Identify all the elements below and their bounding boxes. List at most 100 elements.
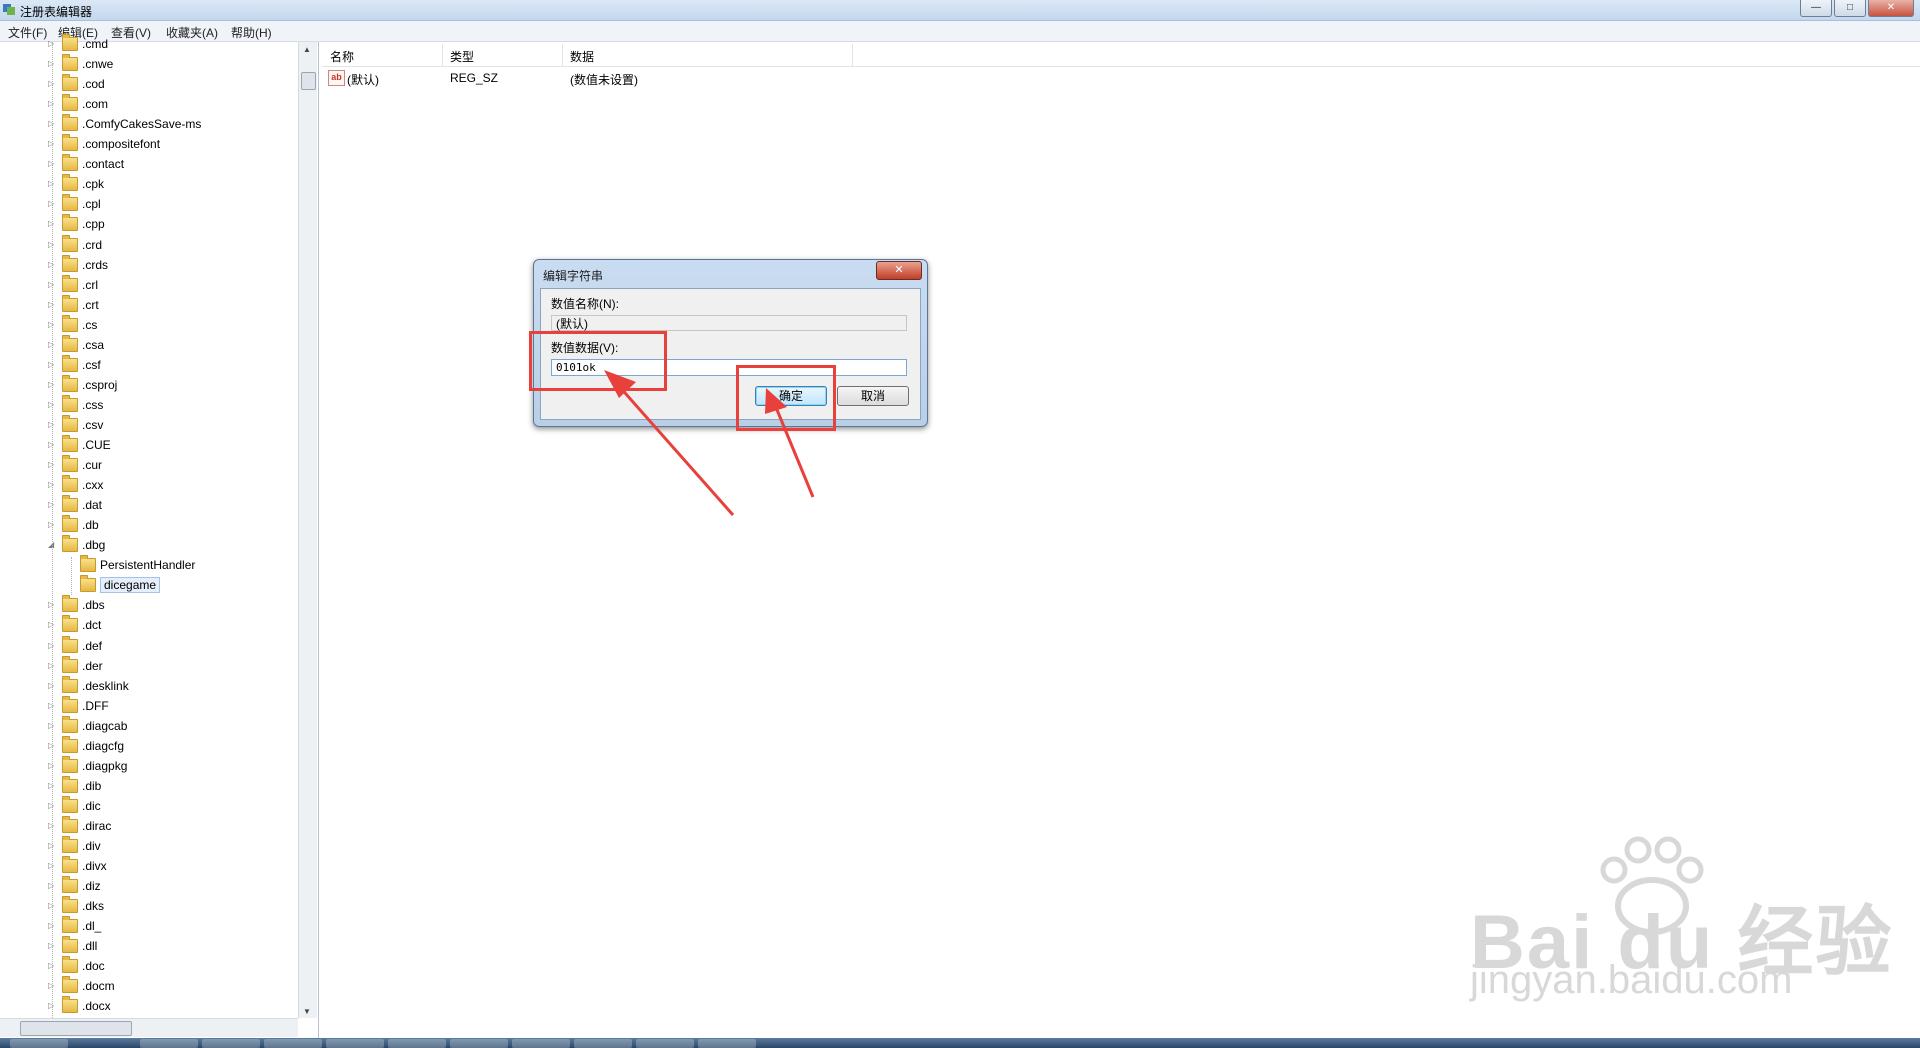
tree-item-label: .dl_	[82, 919, 102, 934]
cancel-button[interactable]: 取消	[837, 386, 909, 406]
folder-icon	[62, 114, 78, 132]
menu-help[interactable]: 帮助(H)	[231, 24, 272, 41]
maximize-button[interactable]: □	[1834, 0, 1866, 17]
tree-item[interactable]: ▷ .desklink	[48, 675, 129, 696]
tree-item[interactable]: ▷ .def	[48, 635, 102, 656]
tree-item[interactable]: ▷ .cpl	[48, 194, 101, 214]
tree-item[interactable]: ▷ .docx	[48, 996, 111, 1016]
taskbar-item[interactable]	[450, 1039, 508, 1048]
tree-item-label: .cpp	[82, 217, 105, 232]
tree-item[interactable]: ▷ .dic	[48, 795, 101, 816]
scroll-down-arrow-icon[interactable]: ▼	[303, 1007, 311, 1016]
scroll-up-arrow-icon[interactable]: ▲	[303, 45, 311, 54]
tree-item[interactable]: ▷ .DFF	[48, 695, 109, 716]
close-button[interactable]: ✕	[1868, 0, 1914, 17]
column-type[interactable]: 类型	[450, 48, 474, 65]
watermark-sub-text: jingyan.baidu.com	[1470, 958, 1793, 1002]
taskbar-item[interactable]	[202, 1039, 260, 1048]
tree-item-label: .compositefont	[82, 137, 161, 152]
tree-item[interactable]: PersistentHandler	[80, 555, 195, 575]
tree-item[interactable]: ▷ .db	[48, 515, 99, 535]
tree-item[interactable]: ▷ .cod	[48, 74, 105, 94]
tree-item[interactable]: ▷ .cmd	[48, 34, 108, 54]
tree-item[interactable]: ▷ .div	[48, 836, 101, 856]
folder-icon	[62, 655, 78, 673]
tree-item[interactable]: ▷ .CUE	[48, 435, 111, 455]
column-data[interactable]: 数据	[570, 48, 594, 65]
hscroll-thumb[interactable]	[20, 1021, 132, 1036]
folder-icon	[62, 214, 78, 232]
column-name[interactable]: 名称	[330, 48, 354, 65]
tree-item[interactable]: ▷ .diagpkg	[48, 755, 127, 776]
tree-item[interactable]: ▷ .dib	[48, 775, 101, 796]
tree-item-label: .CUE	[82, 438, 111, 452]
tree-item[interactable]: ▷ .crl	[48, 274, 98, 295]
scroll-thumb[interactable]	[301, 72, 316, 90]
tree-item[interactable]: ▷ .cnwe	[48, 54, 113, 74]
tree-item[interactable]: ▷ .diagcfg	[48, 735, 124, 756]
minimize-button[interactable]: —	[1800, 0, 1832, 17]
taskbar-item[interactable]	[512, 1039, 570, 1048]
tree-item[interactable]: ▷ .dks	[48, 896, 104, 916]
tree-item[interactable]: ▷ .ComfyCakesSave-ms	[48, 114, 201, 134]
tree-item[interactable]: ▷ .cs	[48, 314, 98, 335]
tree-item[interactable]: ▷ .divx	[48, 856, 107, 876]
folder-icon	[62, 354, 78, 372]
tree-item[interactable]: ▷ .diz	[48, 876, 101, 896]
taskbar-item[interactable]	[326, 1039, 384, 1048]
dialog-close-button[interactable]: ✕	[876, 261, 922, 280]
tree-item[interactable]: ▷ .cpk	[48, 174, 104, 194]
tree-item-label: .dirac	[82, 818, 112, 833]
tree-item[interactable]: ▷ .crd	[48, 234, 102, 255]
menu-file[interactable]: 文件(F)	[8, 24, 47, 41]
tree-item[interactable]: ▷ .csproj	[48, 374, 117, 395]
list-row[interactable]: ab (默认) REG_SZ (数值未设置)	[322, 68, 1920, 88]
tree-item[interactable]: ▷ .crds	[48, 254, 108, 275]
tree-item[interactable]: dicegame	[80, 575, 161, 595]
tree-item[interactable]: ▷ .cxx	[48, 475, 103, 495]
tree-item[interactable]: ▷ .csa	[48, 334, 104, 355]
tree-item-label: .doc	[82, 959, 105, 974]
tree-item[interactable]: ▷ .com	[48, 94, 109, 114]
tree-item[interactable]: ▷ .contact	[48, 154, 124, 174]
folder-icon	[62, 234, 78, 252]
folder-icon	[62, 54, 78, 72]
taskbar-item[interactable]	[140, 1039, 198, 1048]
taskbar-item[interactable]	[264, 1039, 322, 1048]
tree-item-label: .DFF	[82, 698, 109, 713]
tree-item[interactable]: ▷ .dl_	[48, 916, 102, 936]
taskbar-item[interactable]	[388, 1039, 446, 1048]
tree-vertical-scrollbar[interactable]: ▲ ▼	[298, 42, 317, 1018]
tree-item[interactable]: ▷ .der	[48, 655, 103, 676]
tree-item-label: .csf	[82, 357, 101, 372]
tree-item[interactable]: ▷ .dirac	[48, 815, 112, 836]
folder-icon	[62, 916, 78, 934]
tree-item-label: .css	[82, 397, 104, 412]
taskbar-item[interactable]	[574, 1039, 632, 1048]
tree-item[interactable]: ▷ .doc	[48, 956, 105, 976]
tree-item[interactable]: ▷ .cur	[48, 455, 102, 475]
taskbar-item[interactable]	[636, 1039, 694, 1048]
folder-icon	[62, 334, 78, 352]
taskbar-item[interactable]	[10, 1039, 68, 1048]
tree-item[interactable]: ▷ .docm	[48, 976, 115, 996]
tree-item[interactable]: ▷ .dat	[48, 495, 102, 515]
tree-item-label: .cs	[82, 317, 98, 332]
folder-icon	[62, 876, 78, 894]
menu-view[interactable]: 查看(V)	[111, 24, 151, 41]
menu-favorites[interactable]: 收藏夹(A)	[166, 24, 218, 41]
tree-item[interactable]: ▷ .css	[48, 394, 104, 415]
tree-item[interactable]: ▷ .diagcab	[48, 715, 127, 736]
tree-item[interactable]: ▷ .dll	[48, 936, 97, 956]
tree-item[interactable]: ▷ .crt	[48, 294, 99, 315]
tree-item[interactable]: ▷ .cpp	[48, 214, 105, 234]
tree-item[interactable]: ▷ .csv	[48, 414, 103, 435]
tree-item[interactable]: ▷ .dbs	[48, 595, 105, 615]
tree-item-label: .com	[82, 97, 109, 112]
taskbar-item[interactable]	[698, 1039, 756, 1048]
tree-horizontal-scrollbar[interactable]	[0, 1018, 298, 1037]
tree-item[interactable]: ▷ .dct	[48, 615, 101, 635]
tree-item[interactable]: ▷ .csf	[48, 354, 101, 375]
tree-item[interactable]: ▷ .compositefont	[48, 134, 161, 154]
tree-item[interactable]: ◢ .dbg	[48, 535, 105, 555]
